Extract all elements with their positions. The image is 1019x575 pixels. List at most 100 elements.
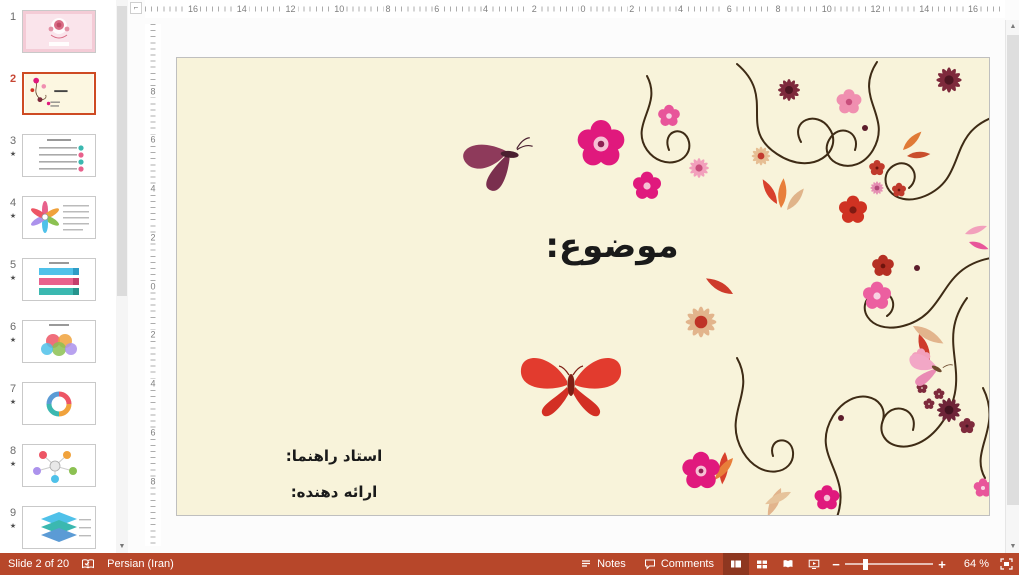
thumbnail-meta: 3 ★ [4, 134, 22, 158]
vertical-ruler: 864202468 [145, 24, 161, 546]
ruler-number: 4 [150, 379, 155, 390]
thumbnail-preview[interactable] [22, 444, 96, 487]
thumbnail-number: 9 [4, 507, 22, 519]
thumbnail-art-layers [23, 507, 95, 548]
ruler-number: 12 [868, 4, 882, 14]
slide-thumbnail-8[interactable]: 8 ★ [4, 444, 116, 485]
ruler-number: 8 [383, 4, 392, 14]
slide-show-icon [808, 558, 820, 570]
slide-thumbnail-9[interactable]: 9 ★ [4, 506, 116, 547]
scroll-up-arrow-icon[interactable]: ▲ [1006, 20, 1019, 33]
thumbnails-scrollbar-thumb[interactable] [117, 6, 127, 296]
ruler-number: 2 [150, 330, 155, 341]
ruler-number: 6 [150, 135, 155, 146]
zoom-out-button[interactable]: − [827, 557, 845, 572]
thumbnail-preview[interactable] [22, 196, 96, 239]
ruler-number: 2 [530, 4, 539, 14]
zoom-percentage[interactable]: 64 % [951, 558, 993, 570]
thumbnail-art-pinwheel [23, 197, 95, 238]
reading-view-button[interactable] [775, 553, 801, 575]
thumbnails-scrollbar[interactable]: ▼ [116, 0, 128, 553]
thumbnail-art-bars [23, 259, 95, 300]
ruler-number: 8 [150, 86, 155, 97]
thumbnail-number: 1 [4, 11, 22, 23]
slide-canvas[interactable]: موضوع: استاد راهنما: ارائه دهنده: [176, 57, 990, 516]
thumbnail-preview[interactable] [22, 320, 96, 363]
thumbnail-number: 5 [4, 259, 22, 271]
slide-thumbnail-1[interactable]: 1 [4, 10, 116, 51]
slide-thumbnail-6[interactable]: 6 ★ [4, 320, 116, 361]
thumbnail-art-ring [23, 383, 95, 424]
slide-thumbnail-4[interactable]: 4 ★ [4, 196, 116, 237]
presenter-text-placeholder[interactable]: ارائه دهنده: [249, 483, 419, 501]
thumbnail-art-hub [23, 445, 95, 486]
thumbnails-scroll-down-arrow-icon[interactable]: ▼ [116, 541, 128, 553]
thumbnail-number: 8 [4, 445, 22, 457]
vertical-scrollbar-thumb[interactable] [1007, 35, 1019, 505]
supervisor-text-placeholder[interactable]: استاد راهنما: [249, 447, 419, 465]
comments-label: Comments [661, 558, 714, 570]
ruler-number: 10 [332, 4, 346, 14]
fit-slide-to-window-button[interactable] [993, 553, 1019, 575]
slide-thumbnail-3[interactable]: 3 ★ [4, 134, 116, 175]
notes-label: Notes [597, 558, 626, 570]
comments-button[interactable]: Comments [635, 553, 723, 575]
ruler-number: 4 [150, 184, 155, 195]
ruler-number: 0 [578, 4, 587, 14]
thumbnail-preview[interactable] [22, 506, 96, 549]
thumbnail-preview[interactable] [22, 72, 96, 115]
slide-thumbnail-5[interactable]: 5 ★ [4, 258, 116, 299]
language-indicator[interactable]: Persian (Iran) [107, 558, 174, 570]
thumbnail-art-bullet-list [23, 135, 95, 176]
slide-thumbnail-7[interactable]: 7 ★ [4, 382, 116, 423]
animation-star-icon: ★ [4, 151, 22, 158]
thumbnail-art-circles [23, 321, 95, 362]
butterfly-red [521, 358, 621, 416]
tab-stop-selector[interactable]: ⌐ [130, 2, 142, 14]
thumbnail-number: 4 [4, 197, 22, 209]
ruler-number: 12 [283, 4, 297, 14]
zoom-slider[interactable] [845, 553, 933, 575]
fit-to-window-icon [1000, 558, 1013, 570]
thumbnail-preview[interactable] [22, 382, 96, 425]
thumbnail-meta: 6 ★ [4, 320, 22, 344]
normal-view-button[interactable] [723, 553, 749, 575]
scroll-down-arrow-icon[interactable]: ▼ [1006, 540, 1019, 553]
ruler-number: 6 [432, 4, 441, 14]
comments-icon [644, 558, 656, 570]
spell-check-icon[interactable] [81, 558, 95, 570]
thumbnail-preview[interactable] [22, 134, 96, 177]
ruler-number: 14 [917, 4, 931, 14]
slide-show-button[interactable] [801, 553, 827, 575]
thumbnail-art-roses [23, 11, 95, 52]
notes-button[interactable]: Notes [571, 553, 635, 575]
slide-sorter-view-button[interactable] [749, 553, 775, 575]
ruler-number: 2 [150, 232, 155, 243]
ruler-number: 8 [773, 4, 782, 14]
ruler-number: 16 [186, 4, 200, 14]
thumbnail-meta: 7 ★ [4, 382, 22, 406]
slide-counter[interactable]: Slide 2 of 20 [8, 558, 69, 570]
status-bar: Slide 2 of 20 Persian (Iran) Notes [0, 553, 1019, 575]
slide-thumbnail-2[interactable]: 2 [4, 72, 116, 113]
slide-title-placeholder[interactable]: موضوع: [477, 226, 747, 266]
vertical-scrollbar[interactable]: ▲ ▼ [1005, 20, 1019, 553]
thumbnail-number: 2 [4, 73, 22, 85]
thumbnail-preview[interactable] [22, 258, 96, 301]
thumbnail-meta: 8 ★ [4, 444, 22, 468]
editor-area: 1614121086420246810121416 ⌐ 864202468 [128, 0, 1005, 553]
powerpoint-window: 1 2 [0, 0, 1019, 575]
thumbnail-meta: 1 [4, 10, 22, 27]
animation-star-icon: ★ [4, 275, 22, 282]
zoom-in-button[interactable]: + [933, 557, 951, 572]
ruler-number: 4 [676, 4, 685, 14]
thumbnail-preview[interactable] [22, 10, 96, 53]
thumbnail-number: 6 [4, 321, 22, 333]
ruler-number: 6 [150, 427, 155, 438]
thumbnail-number: 7 [4, 383, 22, 395]
animation-star-icon: ★ [4, 213, 22, 220]
thumbnail-meta: 2 [4, 72, 22, 89]
ruler-number: 6 [725, 4, 734, 14]
zoom-slider-knob[interactable] [863, 559, 868, 570]
animation-star-icon: ★ [4, 523, 22, 530]
